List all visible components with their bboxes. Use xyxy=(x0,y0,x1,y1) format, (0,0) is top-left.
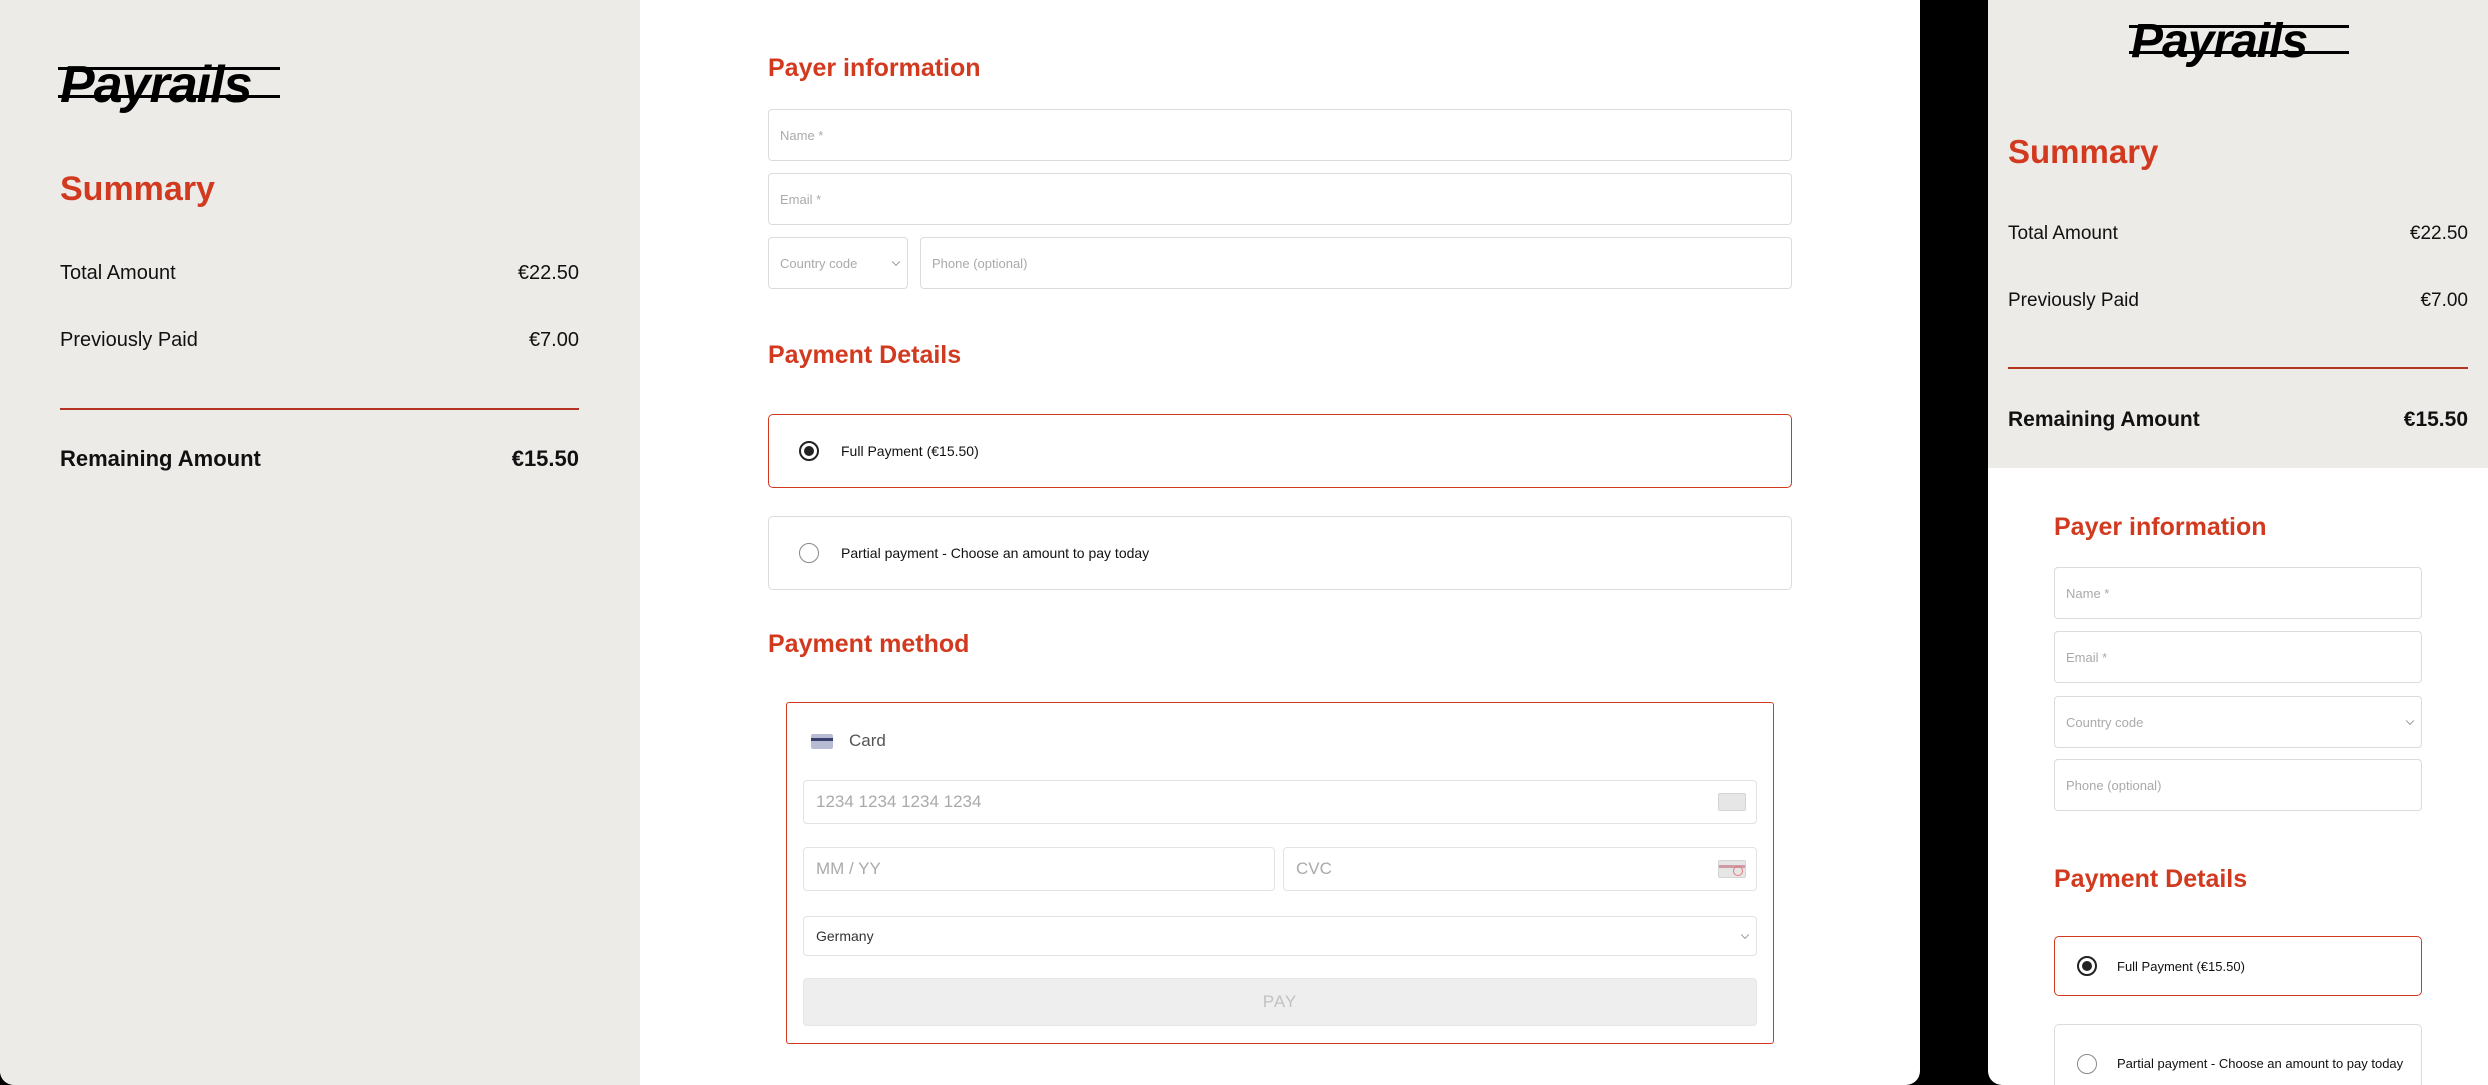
expiry-input[interactable]: MM / YY xyxy=(803,847,1275,891)
previously-paid-value: €7.00 xyxy=(528,329,579,351)
card-method-header[interactable]: Card xyxy=(811,731,886,751)
country-code-placeholder: Country code xyxy=(780,255,858,271)
previously-paid-label: Previously Paid xyxy=(60,329,198,351)
total-amount-value: €22.50 xyxy=(2409,223,2468,244)
remaining-amount-row: Remaining Amount €15.50 xyxy=(2008,408,2468,432)
chevron-down-icon xyxy=(891,257,901,267)
billing-country-value: Germany xyxy=(816,928,874,944)
pay-button[interactable]: PAY xyxy=(803,978,1757,1026)
card-payment-form: Card 1234 1234 1234 1234 MM / YY CVC Ger… xyxy=(786,702,1774,1044)
summary-divider xyxy=(2008,367,2468,369)
desktop-checkout: Payrails Summary Total Amount €22.50 Pre… xyxy=(0,0,1920,1085)
name-placeholder: Name * xyxy=(780,127,824,143)
name-field[interactable]: Name * xyxy=(2054,567,2422,619)
name-field[interactable]: Name * xyxy=(768,109,1792,161)
email-field[interactable]: Email * xyxy=(768,173,1792,225)
cvc-placeholder: CVC xyxy=(1296,859,1332,878)
mobile-checkout: Payrails Summary Total Amount €22.50 Pre… xyxy=(1988,0,2488,1085)
full-payment-option[interactable]: Full Payment (€15.50) xyxy=(768,414,1792,488)
summary-title: Summary xyxy=(60,170,215,208)
radio-selected-icon[interactable] xyxy=(799,441,819,461)
previously-paid-row: Previously Paid €7.00 xyxy=(2008,290,2468,312)
email-placeholder: Email * xyxy=(2066,649,2108,665)
partial-payment-option[interactable]: Partial payment - Choose an amount to pa… xyxy=(2054,1024,2422,1085)
full-payment-label: Full Payment (€15.50) xyxy=(2117,958,2245,974)
total-amount-label: Total Amount xyxy=(2008,223,2118,244)
summary-divider xyxy=(60,408,579,410)
previously-paid-value: €7.00 xyxy=(2420,290,2468,311)
total-amount-row: Total Amount €22.50 xyxy=(2008,223,2468,245)
summary-title: Summary xyxy=(2008,133,2159,170)
total-amount-value: €22.50 xyxy=(517,262,579,284)
payer-information-title: Payer information xyxy=(2054,513,2267,541)
remaining-amount-value: €15.50 xyxy=(511,446,579,471)
email-placeholder: Email * xyxy=(780,191,822,207)
partial-payment-option[interactable]: Partial payment - Choose an amount to pa… xyxy=(768,516,1792,590)
total-amount-label: Total Amount xyxy=(60,262,176,284)
card-number-input[interactable]: 1234 1234 1234 1234 xyxy=(803,780,1757,824)
chevron-down-icon xyxy=(1740,930,1750,940)
payer-information-title: Payer information xyxy=(768,54,981,82)
country-code-select[interactable]: Country code xyxy=(2054,696,2422,748)
expiry-placeholder: MM / YY xyxy=(816,859,881,878)
payrails-logo: Payrails xyxy=(58,55,280,115)
name-placeholder: Name * xyxy=(2066,585,2110,601)
radio-selected-icon[interactable] xyxy=(2077,956,2097,976)
payment-method-title: Payment method xyxy=(768,630,970,658)
country-code-select[interactable]: Country code xyxy=(768,237,908,289)
card-brand-icon xyxy=(1718,793,1746,811)
card-label: Card xyxy=(849,731,886,750)
remaining-amount-label: Remaining Amount xyxy=(2008,408,2200,431)
payrails-logo: Payrails xyxy=(2129,14,2349,69)
previously-paid-row: Previously Paid €7.00 xyxy=(60,329,579,352)
full-payment-option[interactable]: Full Payment (€15.50) xyxy=(2054,936,2422,996)
chevron-down-icon xyxy=(2405,716,2415,726)
phone-placeholder: Phone (optional) xyxy=(932,255,1028,271)
payment-details-title: Payment Details xyxy=(768,341,962,369)
radio-unselected-icon[interactable] xyxy=(2077,1054,2097,1074)
remaining-amount-label: Remaining Amount xyxy=(60,446,261,471)
mobile-summary-panel: Payrails Summary Total Amount €22.50 Pre… xyxy=(1988,0,2488,468)
credit-card-icon xyxy=(811,733,833,749)
email-field[interactable]: Email * xyxy=(2054,631,2422,683)
billing-country-select[interactable]: Germany xyxy=(803,916,1757,956)
phone-field[interactable]: Phone (optional) xyxy=(2054,759,2422,811)
country-code-placeholder: Country code xyxy=(2066,714,2144,730)
remaining-amount-row: Remaining Amount €15.50 xyxy=(60,446,579,472)
phone-field[interactable]: Phone (optional) xyxy=(920,237,1792,289)
summary-sidebar: Payrails Summary Total Amount €22.50 Pre… xyxy=(0,0,640,1085)
radio-unselected-icon[interactable] xyxy=(799,543,819,563)
remaining-amount-value: €15.50 xyxy=(2403,408,2468,431)
cvc-card-icon xyxy=(1718,860,1746,878)
partial-payment-label: Partial payment - Choose an amount to pa… xyxy=(841,545,1150,561)
payment-details-title: Payment Details xyxy=(2054,865,2248,893)
card-number-placeholder: 1234 1234 1234 1234 xyxy=(816,792,982,811)
cvc-input[interactable]: CVC xyxy=(1283,847,1757,891)
phone-placeholder: Phone (optional) xyxy=(2066,777,2162,793)
partial-payment-label: Partial payment - Choose an amount to pa… xyxy=(2117,1056,2404,1071)
previously-paid-label: Previously Paid xyxy=(2008,290,2139,311)
full-payment-label: Full Payment (€15.50) xyxy=(841,443,979,459)
total-amount-row: Total Amount €22.50 xyxy=(60,262,579,285)
